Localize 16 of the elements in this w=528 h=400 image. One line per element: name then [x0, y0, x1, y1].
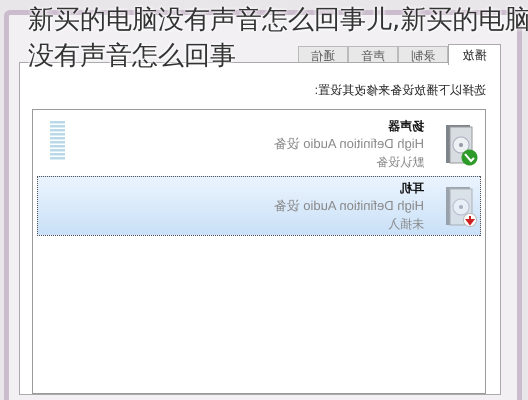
level-meter-icon	[50, 121, 65, 161]
device-name: 耳机	[399, 180, 424, 197]
check-icon	[461, 149, 478, 166]
device-row[interactable]: 扬声器 High Definition Audio 设备 默认设备	[37, 114, 481, 174]
driver-text: High Definition Audio 设备	[274, 135, 424, 153]
status-text: 未插入	[387, 216, 424, 233]
instruction-text: 选择以下播放设备来修改其设置:	[314, 82, 486, 99]
speaker-icon	[444, 185, 474, 227]
tab[interactable]: 播放	[448, 44, 501, 65]
status-text: 默认设备	[375, 154, 424, 171]
device-row[interactable]: 耳机 High Definition Audio 设备 未插入	[37, 176, 481, 236]
down-arrow-icon	[463, 213, 477, 227]
device-name: 扬声器	[387, 118, 424, 135]
caption-line: 没有声音怎么回事	[28, 40, 236, 72]
driver-text: High Definition Audio 设备	[274, 197, 424, 215]
speaker-icon	[444, 123, 474, 165]
